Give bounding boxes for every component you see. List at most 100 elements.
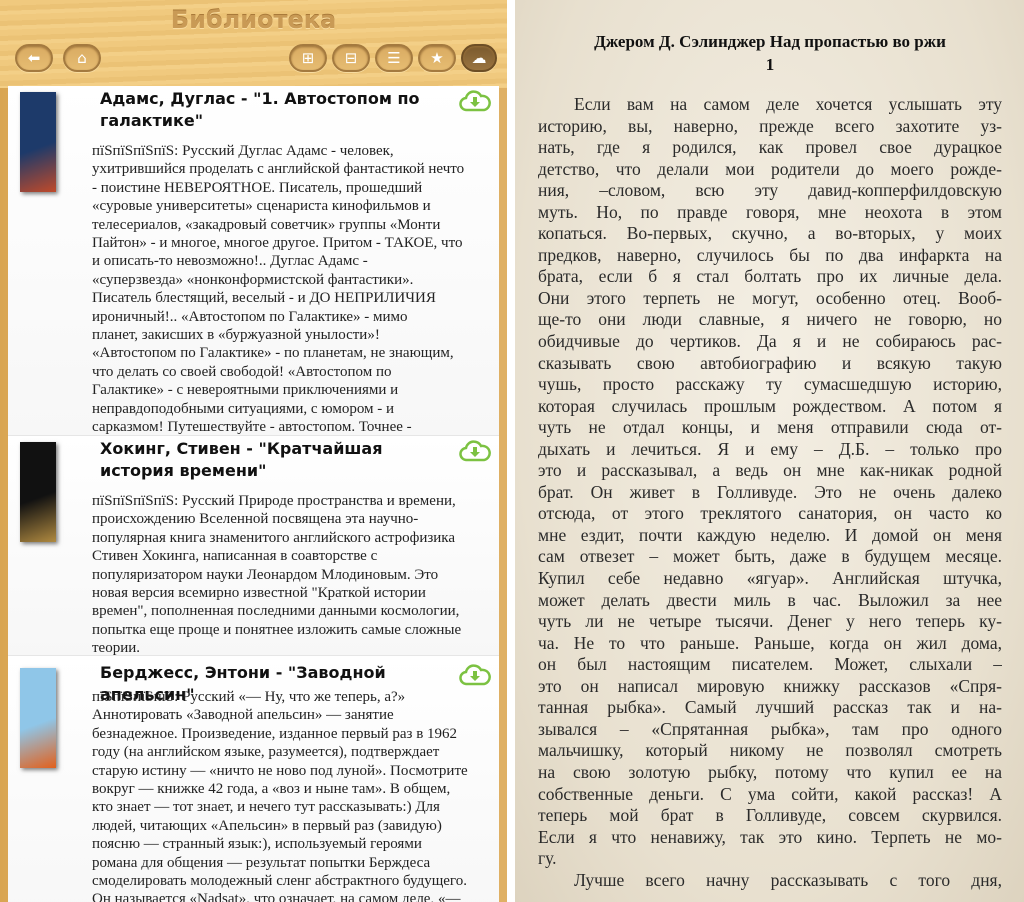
description-line: Аннотировать «Заводной апельсин» — занят… [92,707,394,724]
book-description: пїЅпїЅпїЅпїЅ: Русский «— Ну, что же тепе… [92,688,497,902]
description-line: смоделировать молодежный сленг абстрактн… [92,873,467,890]
list-view-button[interactable]: ☰ [375,44,413,72]
description-line: поясню — странный язык:), используемый г… [92,836,422,853]
description-line: сарказмом! Путешествуйте - автостопом. Т… [92,419,412,436]
text-line: нать, где я родился, как провел свое дур… [538,137,1002,158]
text-line: сам отвезет – может быть, даже в будущем… [538,546,1002,567]
description-line: Галактике» - с невероятными приключениям… [92,382,399,399]
text-line: брат. Он живет в Голливуде. Это не очень… [538,481,1002,502]
text-line: сказывать свою автобиографию и всякую та… [538,352,1002,373]
cloud-icon: ☁ [471,49,487,67]
description-line: телесериалов, «закадровый советчик» груп… [92,216,441,233]
divider [507,0,515,902]
back-button[interactable]: ⬅ [15,44,53,72]
text-line: Они этого терпеть не могут, особенно оте… [538,287,1002,308]
text-line: копаться. Во-первых, скучно, а во-вторых… [538,223,1002,244]
chapter-title: Джером Д. Сэлинджер Над пропастью во ржи… [535,30,1005,76]
book-title: Джером Д. Сэлинджер Над пропастью во ржи [594,32,946,51]
description-line: Он называется «Nadsat», что означает, на… [92,891,461,902]
text-line: чуть не отдал концы, и меня отправили сю… [538,417,1002,438]
book-list-item[interactable]: Адамс, Дуглас - "1. Автостопом по галакт… [8,86,499,454]
description-line: Стивен Хокинга, написанная в соавторстве… [92,548,378,565]
description-line: новая версия всемирно известной "Краткой… [92,585,426,602]
home-button[interactable]: ⌂ [63,44,101,72]
description-line: ироничный!.. «Автостопом по Галактике» -… [92,308,408,325]
text-line: обидчивые до чертиков. Да я и не собираю… [538,331,1002,352]
description-line: году (на английском языке, разумеется), … [92,744,440,761]
text-line: может делать двести миль в час. Выложил … [538,589,1002,610]
reader-page[interactable]: Джером Д. Сэлинджер Над пропастью во ржи… [515,0,1024,902]
back-arrow-icon: ⬅ [27,49,41,67]
grid-view-icon: ⊞ [301,49,315,67]
description-line: теории. [92,640,141,657]
grid-view-button[interactable]: ⊞ [289,44,327,72]
book-description: пїЅпїЅпїЅпїЅ: Русский Дуглас Адамс - чел… [92,142,497,455]
cloud-button[interactable]: ☁ [461,44,497,72]
text-line: предков, наверно, случилось бы по два ин… [538,244,1002,265]
text-line: Купил себе недавно «ягуар». Английская ш… [538,568,1002,589]
description-line: «суровые университеты» сценариста кинофи… [92,198,431,215]
book-cover[interactable] [20,442,56,542]
text-line: это и рассказывал, а ведь он мне как-ник… [538,460,1002,481]
description-line: неправдоподобными ситуациями, с юмором -… [92,400,395,417]
text-line: дыхать и лечиться. Я и ему – Д.Б. – толь… [538,438,1002,459]
text-line: ча. Не то что раньше. Раньше, когда он ж… [538,632,1002,653]
description-line: пїЅпїЅпїЅпїЅ: Русский Природе пространст… [92,493,456,509]
description-line: ухитрившийся проделать с английской фант… [92,161,465,178]
text-line: муть. Но, по правде говоря, мне неохота … [538,201,1002,222]
text-line: Лучше всего начну рассказывать с того дн… [574,869,1002,890]
star-icon: ★ [430,49,444,67]
text-line: ния, –словом, всю эту давид-копперфилдов… [538,180,1002,201]
text-line: собственные деньги. С ума сойти, какой р… [538,783,1002,804]
library-header: Библиотека ⬅ ⌂ ⊞ ⊟ ☰ ★ ☁ [0,0,507,88]
description-line: что делать со своей свободой! «Автостопо… [92,363,392,380]
text-line: историю, вы, наверно, прежде всего захот… [538,115,1002,136]
cloud-download-icon[interactable] [459,90,491,112]
chapter-number: 1 [765,55,775,74]
description-line: попытка еще проще и понятнее изложить са… [92,621,462,638]
book-list[interactable]: Адамс, Дуглас - "1. Автостопом по галакт… [8,86,499,902]
reader-text: Если вам на самом деле хочется услышать … [538,94,1002,891]
library-panel: Библиотека ⬅ ⌂ ⊞ ⊟ ☰ ★ ☁ Адамс, Дуглас -… [0,0,507,902]
text-line: это он написал мировую книжку рассказов … [538,675,1002,696]
book-list-item[interactable]: Хокинг, Стивен - "Кратчайшая история вре… [8,436,499,656]
row-view-icon: ⊟ [344,49,358,67]
text-line: мне ездит, почти каждую неделю. И домой … [538,524,1002,545]
description-line: планет, закисших в «буржуазной унылости»… [92,327,380,344]
text-line: ще-то они люди славные, я ничего не гово… [538,309,1002,330]
description-line: людей, читающих «Апельсин» в первый раз … [92,817,442,834]
book-list-item[interactable]: Берджесс, Энтони - "Заводной апельсин" пї… [8,656,499,902]
page-title: Библиотека [170,6,337,34]
text-line: на свою золотую рыбку, потому что купил … [538,761,1002,782]
text-line: зывался – «Спрятанная рыбка», там про од… [538,718,1002,739]
text-line: мальчишку, который никому не позволял см… [538,740,1002,761]
text-line: Если я что ненавижу, так это кино. Терпе… [538,826,1002,847]
description-line: безнадежное. Произведение, изданное перв… [92,725,458,742]
description-line: Пайтон» - и многое, многое другое. Прито… [92,235,463,252]
book-title[interactable]: Хокинг, Стивен - "Кратчайшая история вре… [100,438,440,482]
text-line: гу. [538,848,557,869]
row-view-button[interactable]: ⊟ [332,44,370,72]
book-cover[interactable] [20,92,56,192]
description-line: Писатель блестящий, веселый - и ДО НЕПРИ… [92,290,436,307]
book-title[interactable]: Адамс, Дуглас - "1. Автостопом по галакт… [100,88,440,132]
book-description: пїЅпїЅпїЅпїЅ: Русский Природе пространст… [92,492,497,658]
favorites-button[interactable]: ★ [418,44,456,72]
text-line: теперь мой брат в Голливуде, совсем скур… [538,805,1002,826]
text-line: Если вам на самом деле хочется услышать … [574,94,1002,114]
cloud-download-icon[interactable] [459,664,491,686]
description-line: и описать-то невозможно!.. Дуглас Адамс … [92,253,368,270]
description-line: «суперзвезда» «нонконформистской фантаст… [92,271,414,288]
description-line: кто знает — тот знает, и нечего тут расс… [92,799,440,816]
cloud-download-icon[interactable] [459,440,491,462]
book-cover[interactable] [20,668,56,768]
text-line: отсюда, от этого треклятого санатория, о… [538,503,1002,524]
text-line: детство, что делали мои родители до моег… [538,158,1002,179]
text-line: чушь, просто расскажу ту сумасшедшую ист… [538,374,1002,395]
description-line: вокруг — книжке 42 года, а «воз и ныне т… [92,781,451,798]
text-line: которая случилась прошлым рождеством. А … [538,395,1002,416]
description-line: старую истину — «ничто не ново под луной… [92,762,468,779]
text-line: брата, если б я стал болтать про их личн… [538,266,1002,287]
description-line: времен", пополненная последними данными … [92,603,460,620]
description-line: пїЅпїЅпїЅпїЅ: Русский Дуглас Адамс - чел… [92,143,394,159]
